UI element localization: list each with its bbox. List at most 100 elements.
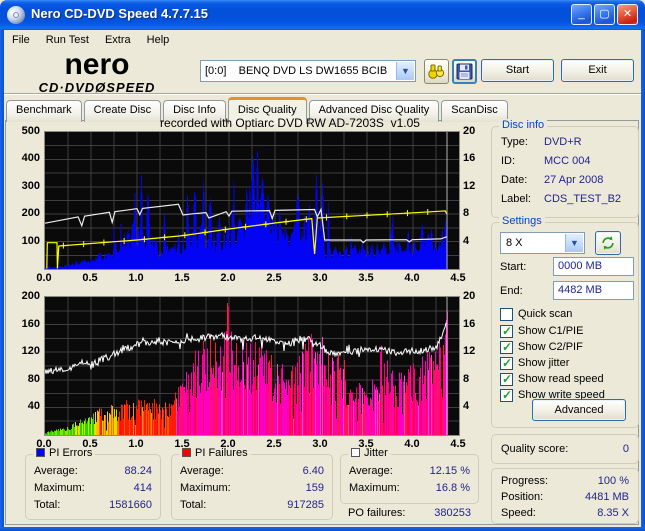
app-window: Nero CD-DVD Speed 4.7.7.15 _ ▢ ✕ File Ru…	[0, 0, 645, 531]
po-failures-label: PO failures:	[348, 507, 406, 519]
position-label: Position:	[501, 491, 544, 503]
pi-failures-stats-box: PI Failures Average: 6.40 Maximum: 159 T…	[171, 447, 333, 520]
x-axis-tick: 2.0	[220, 272, 236, 284]
scan-end-field[interactable]: 4482 MB	[553, 281, 634, 300]
x-axis-tick: 2.5	[266, 272, 282, 284]
disc-label-value: CDS_TEST_B2	[544, 193, 622, 205]
pi-failures-total: 917285	[287, 499, 324, 511]
refresh-drive-button[interactable]	[595, 231, 621, 255]
x-axis-tick: 0.0	[36, 272, 52, 284]
pi-errors-maximum: 414	[133, 482, 152, 494]
window-border-right	[641, 30, 645, 527]
red-square-icon	[182, 448, 191, 457]
speed-select-dropdown[interactable]: 8 X ▼	[500, 232, 585, 254]
y-axis-tick-left: 100	[21, 234, 40, 247]
blue-square-icon	[36, 448, 45, 457]
y-axis-tick-left: 160	[21, 317, 40, 330]
close-button[interactable]: ✕	[617, 4, 638, 25]
menu-run-test[interactable]: Run Test	[38, 32, 97, 48]
y-axis-tick-right: 4	[463, 234, 470, 247]
x-axis-tick: 0.5	[82, 272, 98, 284]
chart-recorded-with-label: recorded with Optiarc DVD RW AD-7203S v1…	[160, 116, 420, 130]
app-cd-icon	[7, 6, 25, 24]
start-button[interactable]: Start	[481, 59, 554, 82]
menu-extra[interactable]: Extra	[97, 32, 139, 48]
x-axis-tick: 4.0	[404, 438, 420, 450]
x-axis-tick: 1.0	[128, 438, 144, 450]
y-axis-tick-left: 40	[27, 400, 40, 413]
window-titlebar[interactable]: Nero CD-DVD Speed 4.7.7.15 _ ▢ ✕	[0, 0, 645, 30]
minimize-button[interactable]: _	[571, 4, 592, 25]
x-axis-tick: 3.0	[312, 272, 328, 284]
eject-tools-button[interactable]	[424, 59, 449, 84]
y-axis-tick-right: 20	[463, 125, 476, 137]
settings-caption: Settings	[499, 215, 545, 227]
disc-info-caption: Disc info	[499, 119, 548, 131]
disc-label-label: Label:	[501, 193, 531, 205]
progress-label: Progress:	[501, 475, 549, 487]
jitter-stats-box: Jitter Average: 12.15 % Maximum: 16.8 %	[340, 447, 479, 504]
refresh-icon	[602, 236, 614, 250]
x-axis-tick: 3.5	[358, 272, 374, 284]
checkbox-box[interactable]	[500, 324, 513, 338]
window-title: Nero CD-DVD Speed 4.7.7.15	[31, 6, 209, 21]
white-square-icon	[351, 448, 360, 457]
disc-id-value: MCC 004	[544, 155, 591, 167]
pi-failures-average: 6.40	[302, 465, 324, 477]
po-failures-value: 380253	[434, 507, 471, 519]
disc-id-label: ID:	[501, 155, 516, 167]
speed-value: 8.35 X	[597, 507, 629, 519]
menu-help[interactable]: Help	[139, 32, 178, 48]
x-axis-tick: 4.0	[404, 272, 420, 284]
save-results-button[interactable]	[452, 59, 477, 84]
maximize-button[interactable]: ▢	[594, 4, 615, 25]
quality-score-label: Quality score:	[501, 443, 569, 455]
y-axis-tick-left: 120	[21, 345, 40, 358]
x-axis-tick: 1.0	[128, 272, 144, 284]
scan-end-label: End:	[500, 285, 523, 297]
y-axis-tick-left: 400	[21, 152, 40, 165]
checkbox-box[interactable]	[500, 308, 513, 321]
toolbar-separator	[4, 93, 641, 95]
speed-label: Speed:	[501, 507, 536, 519]
y-axis-tick-left: 200	[21, 290, 40, 302]
scan-start-field[interactable]: 0000 MB	[553, 257, 634, 276]
chevron-down-icon[interactable]: ▼	[565, 234, 583, 252]
disc-info-groupbox: Disc info Type: DVD+R ID: MCC 004 Date: …	[491, 119, 639, 218]
quality-score-value: 0	[622, 443, 629, 455]
pi-errors-caption: PI Errors	[33, 447, 96, 459]
x-axis-tick: 4.5	[450, 272, 466, 284]
checkbox-box[interactable]	[500, 372, 513, 386]
y-axis-tick-right: 16	[463, 152, 476, 165]
checkbox-box[interactable]	[500, 356, 513, 370]
checkbox-box[interactable]	[500, 340, 513, 354]
menu-file[interactable]: File	[4, 32, 38, 48]
window-border-bottom	[0, 527, 645, 531]
disc-type-label: Type:	[501, 136, 528, 148]
chevron-down-icon[interactable]: ▼	[396, 62, 414, 80]
x-axis-tick: 2.5	[266, 438, 282, 450]
x-axis-tick: 3.0	[312, 438, 328, 450]
progress-box: Progress: 100 % Position: 4481 MB Speed:…	[491, 468, 639, 524]
advanced-button[interactable]: Advanced	[532, 399, 626, 421]
checkbox-box[interactable]	[500, 388, 513, 402]
y-axis-tick-right: 20	[463, 290, 476, 302]
y-axis-tick-right: 12	[463, 345, 476, 358]
y-axis-tick-left: 200	[21, 207, 40, 220]
tab-benchmark[interactable]: Benchmark	[6, 100, 82, 122]
drive-select-dropdown[interactable]: [0:0] BENQ DVD LS DW1655 BCIB ▼	[200, 60, 416, 82]
scan-start-label: Start:	[500, 261, 527, 273]
window-border-left	[0, 30, 4, 527]
exit-button[interactable]: Exit	[561, 59, 634, 82]
x-axis-tick: 1.5	[174, 272, 190, 284]
y-axis-tick-right: 16	[463, 317, 476, 330]
y-axis-tick-right: 8	[463, 207, 470, 220]
disc-date-value: 27 Apr 2008	[544, 174, 604, 186]
pi-errors-stats-box: PI Errors Average: 88.24 Maximum: 414 To…	[25, 447, 161, 520]
pi-failures-maximum: 159	[305, 482, 324, 494]
jitter-maximum: 16.8 %	[435, 482, 470, 494]
progress-value: 100 %	[597, 475, 629, 487]
save-icon	[456, 63, 473, 80]
disc-type-value: DVD+R	[544, 136, 582, 148]
y-axis-tick-left: 80	[27, 372, 40, 385]
